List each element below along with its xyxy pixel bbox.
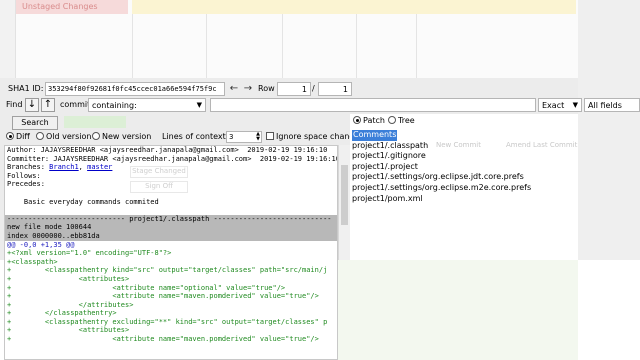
radio-selected-icon	[6, 132, 14, 140]
patch-radio[interactable]: Patch	[353, 116, 385, 125]
row-separator: /	[312, 84, 315, 93]
sha-label: SHA1 ID:	[8, 84, 44, 93]
background-divider	[282, 14, 283, 78]
find-type-select[interactable]: containing: ▼	[88, 98, 206, 112]
new-version-label: New version	[102, 132, 152, 141]
file-header: ---------------------------- project1/.c…	[5, 214, 337, 224]
author-line: Author: JAJAYSREEDHAR <ajaysreedhar.jana…	[7, 146, 328, 154]
sign-off-button: Sign Off	[130, 181, 188, 193]
stage-changed-button: Stage Changed	[130, 166, 188, 178]
context-spinbox[interactable]: 3 ▲ ▼	[226, 131, 262, 143]
staged-changes-header	[132, 0, 576, 14]
background-divider	[416, 14, 417, 78]
tree-label: Tree	[398, 116, 415, 125]
diff-radio[interactable]: Diff	[6, 132, 30, 141]
scrollbar-thumb[interactable]	[341, 165, 348, 225]
diff-added-line: + <attribute name="maven.pomderived" val…	[7, 292, 319, 301]
file-list-item[interactable]: project1/.settings/org.eclipse.jdt.core.…	[352, 172, 578, 183]
radio-icon	[92, 132, 100, 140]
branch-link[interactable]: master	[87, 163, 112, 171]
context-value: 3	[229, 133, 234, 141]
unstaged-changes-label: Unstaged Changes	[16, 0, 128, 14]
diff-meta-line: new file mode 100644	[5, 223, 337, 232]
diff-added-line: + <classpathentry excluding="**" kind="s…	[7, 317, 328, 326]
fields-select[interactable]: All fields	[584, 98, 640, 112]
diff-added-line: +<classpath>	[7, 257, 58, 266]
diff-added-line: + </attributes>	[7, 300, 134, 309]
diff-options-row: Diff Old version New version Lines of co…	[0, 131, 355, 144]
arrow-down-icon[interactable]: ↓	[25, 98, 39, 112]
diff-added-line: + <classpathentry kind="src" output="tar…	[7, 266, 328, 275]
hunk-header: @@ -0,0 +1,35 @@	[7, 240, 75, 249]
back-arrow-icon[interactable]: ←	[228, 82, 240, 96]
chevron-down-icon: ▼	[572, 101, 578, 109]
spin-arrows-icon[interactable]: ▲ ▼	[256, 132, 260, 142]
commit-message: Basic everyday commands commited	[7, 197, 159, 206]
file-list-item[interactable]: project1/.settings/org.eclipse.m2e.core.…	[352, 183, 578, 194]
fields-value: All fields	[588, 101, 622, 110]
find-input[interactable]	[210, 98, 536, 112]
diff-added-line: +<?xml version="1.0" encoding="UTF-8"?>	[7, 249, 172, 258]
ignore-space-label: Ignore space chang	[276, 132, 355, 141]
diff-radio-label: Diff	[16, 132, 30, 141]
background-divider	[206, 14, 207, 78]
background-divider	[356, 14, 357, 78]
radio-selected-icon	[353, 116, 361, 124]
file-list-item[interactable]: project1/.project	[352, 162, 578, 173]
background-panel	[578, 260, 640, 360]
new-version-radio[interactable]: New version	[92, 132, 151, 141]
diff-added-line: + </classpathentry>	[7, 309, 117, 318]
row-input[interactable]: 1	[277, 82, 311, 96]
amend-last-commit-option: Amend Last Commit	[506, 141, 578, 149]
branch-link[interactable]: Branch1	[49, 163, 79, 171]
find-commit-label: commit	[60, 100, 91, 109]
find-label: Find	[6, 100, 23, 109]
diff-added-line: + <attribute name="optional" value="true…	[7, 283, 286, 292]
file-list-item[interactable]: project1/.gitignore	[352, 151, 578, 162]
find-type-value: containing:	[92, 101, 137, 110]
sha-input[interactable]: 353294f80f92681f0fc45ccec01a66e594f75f9c	[45, 82, 225, 96]
search-button[interactable]: Search	[12, 116, 58, 130]
branches-label: Branches:	[7, 163, 50, 172]
row-total: 1	[318, 82, 352, 96]
sha-row: SHA1 ID: 353294f80f92681f0fc45ccec01a66e…	[0, 82, 578, 96]
match-mode-value: Exact	[542, 101, 565, 110]
diff-added-line: + <attribute name="maven.pomderived" val…	[7, 335, 319, 344]
background-panel	[338, 260, 578, 360]
forward-arrow-icon[interactable]: →	[242, 82, 254, 96]
radio-icon	[36, 132, 44, 140]
diff-meta-line: index 0000000..ebb81da	[5, 231, 337, 241]
old-version-label: Old version	[46, 132, 92, 141]
arrow-up-icon[interactable]: ↑	[41, 98, 55, 112]
ignore-space-checkbox[interactable]: Ignore space chang	[266, 132, 355, 141]
tree-radio[interactable]: Tree	[388, 116, 415, 125]
file-list-item[interactable]: project1/pom.xml	[352, 194, 578, 205]
committer-line: Committer: JAJAYSREEDHAR <ajaysreedhar.j…	[7, 154, 338, 163]
checkbox-icon	[266, 132, 274, 140]
search-row: Search	[0, 116, 350, 130]
file-list-item[interactable]: Comments	[352, 130, 398, 141]
background-divider	[132, 14, 133, 78]
radio-icon	[388, 116, 396, 124]
patch-label: Patch	[363, 116, 385, 125]
old-version-radio[interactable]: Old version	[36, 132, 91, 141]
context-label: Lines of context:	[162, 132, 229, 141]
find-row: Find ↓ ↑ commit containing: ▼ Exact ▼ Al…	[0, 98, 640, 112]
row-label: Row	[258, 84, 275, 93]
background-highlight	[64, 116, 126, 128]
new-commit-option: New Commit	[436, 141, 481, 149]
match-mode-select[interactable]: Exact ▼	[538, 98, 582, 112]
branch-separator: ,	[78, 163, 88, 172]
background-left-strip	[0, 0, 16, 78]
background-right-panel	[578, 0, 640, 260]
chevron-down-icon: ▼	[196, 101, 202, 109]
diff-added-line: + <attributes>	[7, 326, 130, 335]
diff-added-line: + <attributes>	[7, 274, 130, 283]
